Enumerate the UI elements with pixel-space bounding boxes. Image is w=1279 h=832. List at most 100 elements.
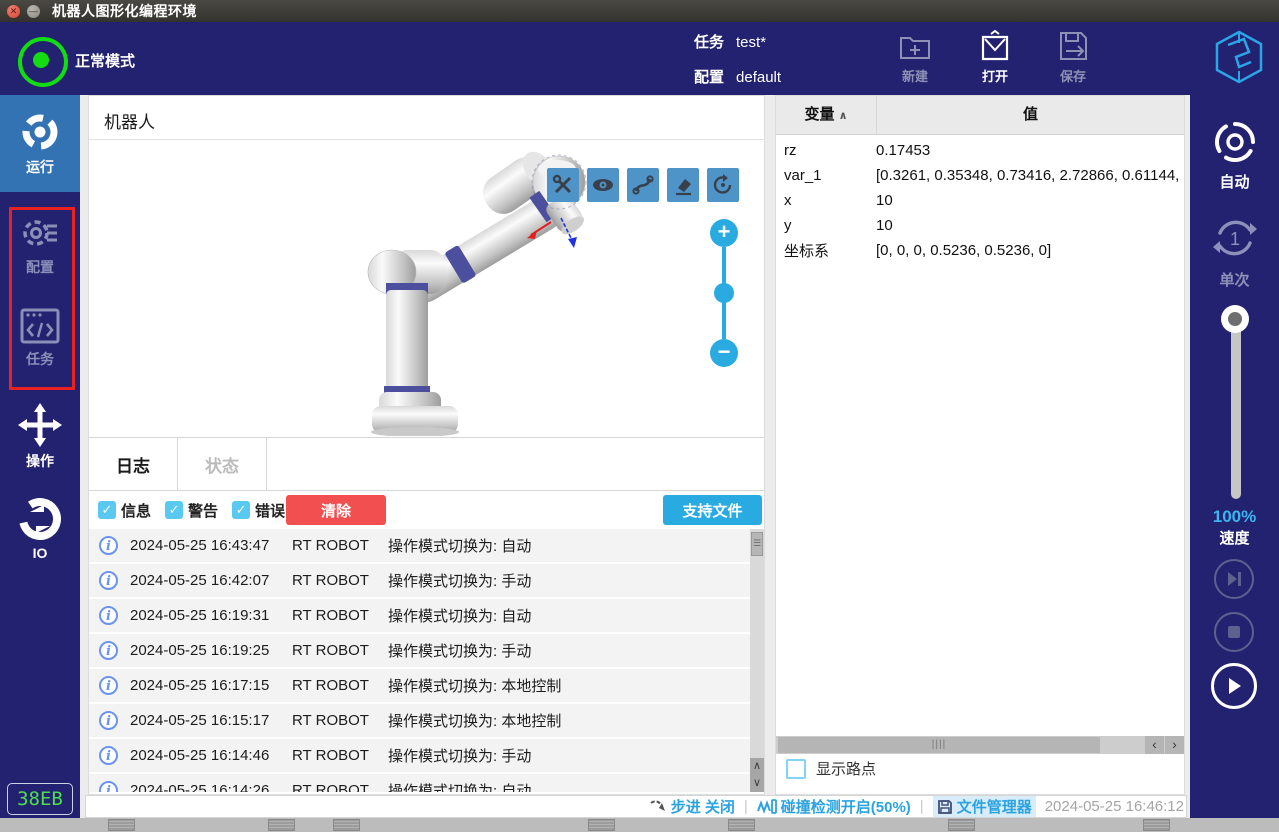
filter-info-checkbox[interactable]: ✓ (98, 501, 116, 519)
save-button[interactable]: 保存 (1040, 29, 1106, 85)
log-row: i 2024-05-25 16:19:25 RT ROBOT 操作模式切换为: … (89, 634, 764, 667)
speed-slider-track[interactable] (1231, 317, 1241, 499)
show-waypoints-checkbox[interactable] (786, 758, 806, 779)
log-row: i 2024-05-25 16:14:26 RT ROBOT 操作模式切换为: … (89, 774, 764, 792)
log-scrollbar-thumb[interactable]: ☰ (751, 532, 763, 556)
filter-warn-checkbox[interactable]: ✓ (165, 501, 184, 519)
sidebar-item-config[interactable]: 配置 (0, 213, 80, 277)
erase-button[interactable] (667, 168, 699, 202)
device-code-badge[interactable]: 38EB (7, 783, 73, 815)
speed-slider-handle[interactable] (1221, 305, 1249, 333)
separator: | (743, 798, 748, 815)
file-manager-icon (937, 799, 952, 814)
variable-row[interactable]: x 10 (776, 188, 1184, 213)
app-window: ✕ — 机器人图形化编程环境 正常模式 任务 test* 配置 default 新建 (0, 0, 1279, 832)
tab-status[interactable]: 状态 (178, 438, 267, 490)
close-icon[interactable]: ✕ (7, 4, 20, 18)
collision-detection-status[interactable]: 碰撞检测开启(50%) (756, 796, 911, 817)
rotate-icon (713, 174, 732, 194)
scroll-left-icon[interactable]: ‹ (1145, 736, 1164, 754)
task-row: 任务 test* (694, 31, 766, 52)
log-tabs: 日志 状态 (89, 438, 764, 491)
variables-hscrollbar[interactable]: |||| ‹ › (776, 736, 1184, 754)
hscrollbar-thumb[interactable]: |||| (778, 737, 1100, 753)
new-button[interactable]: 新建 (882, 29, 948, 85)
support-file-button[interactable]: 支持文件 (663, 495, 762, 525)
clear-log-button[interactable]: 清除 (286, 495, 386, 525)
config-value: default (736, 69, 782, 86)
window-title: 机器人图形化编程环境 (52, 3, 197, 19)
variable-row[interactable]: rz 0.17453 (776, 138, 1184, 163)
zoom-in-button[interactable]: + (710, 219, 738, 247)
scroll-down-icon[interactable]: ∨ (750, 775, 764, 792)
desktop-file-icon (108, 819, 135, 831)
robot-3d-view[interactable]: + − (89, 140, 764, 438)
info-icon: i (99, 641, 118, 660)
sidebar-item-run[interactable]: 运行 (0, 95, 80, 192)
variables-header: 变量 ∧ 值 (776, 96, 1184, 135)
variables-rows: rz 0.17453 var_1 [0.3261, 0.35348, 0.734… (776, 138, 1184, 263)
value-column-header: 值 (1022, 106, 1038, 123)
robot-panel-title: 机器人 (89, 96, 764, 140)
auto-mode-button[interactable] (1190, 117, 1279, 172)
sidebar-item-io[interactable]: IO (0, 497, 80, 561)
status-bar: 步进 关闭 | 碰撞检测开启(50%) | 文件管理器 2024-05-25 1… (85, 795, 1187, 818)
variable-column-header[interactable]: 变量 ∧ (776, 96, 877, 134)
visibility-button[interactable] (587, 168, 619, 202)
open-icon (981, 29, 1009, 61)
step-mode-status[interactable]: 步进 关闭 (649, 796, 735, 817)
task-label: 任务 (694, 34, 725, 51)
tools-icon (552, 174, 572, 194)
path-icon (632, 175, 654, 195)
minimize-icon[interactable]: — (27, 4, 40, 18)
filter-error-checkbox[interactable]: ✓ (232, 501, 251, 519)
eraser-icon (676, 179, 691, 196)
filter-info-label: 信息 (121, 502, 152, 520)
reset-view-button[interactable] (707, 168, 739, 202)
separator: | (919, 798, 924, 815)
info-icon: i (99, 606, 118, 625)
tab-log[interactable]: 日志 (89, 438, 178, 490)
log-scrollbar[interactable]: ☰ ∧ ∨ (750, 529, 764, 792)
sort-asc-icon: ∧ (838, 110, 848, 122)
config-row: 配置 default (694, 66, 781, 87)
mode-indicator-icon (18, 37, 68, 87)
filter-error-label: 错误 (255, 502, 286, 520)
show-waypoints-row: 显示路点 (786, 758, 876, 779)
single-run-button[interactable]: 1 (1190, 213, 1279, 268)
log-list: i 2024-05-25 16:43:47 RT ROBOT 操作模式切换为: … (89, 529, 764, 792)
scroll-right-icon[interactable]: › (1165, 736, 1184, 754)
info-icon: i (99, 746, 118, 765)
stop-icon (1228, 626, 1240, 638)
step-arrow-icon (650, 799, 665, 811)
zoom-out-button[interactable]: − (710, 339, 738, 367)
sidebar-item-operate[interactable]: 操作 (0, 403, 80, 471)
log-row: i 2024-05-25 16:14:46 RT ROBOT 操作模式切换为: … (89, 739, 764, 772)
step-next-button[interactable] (1214, 559, 1254, 599)
log-row: i 2024-05-25 16:43:47 RT ROBOT 操作模式切换为: … (89, 529, 764, 562)
config-gear-icon (23, 220, 57, 246)
stop-button[interactable] (1214, 612, 1254, 652)
variable-row[interactable]: y 10 (776, 213, 1184, 238)
svg-text:1: 1 (1229, 229, 1239, 249)
variable-row[interactable]: 坐标系 [0, 0, 0, 0.5236, 0.5236, 0] (776, 238, 1184, 263)
config-label: 配置 (694, 69, 725, 86)
play-icon (1229, 678, 1241, 694)
sidebar-item-task[interactable]: 任务 (0, 307, 80, 369)
show-waypoints-label: 显示路点 (816, 761, 877, 778)
info-icon: i (99, 571, 118, 590)
play-button[interactable] (1211, 663, 1257, 709)
trajectory-button[interactable] (627, 168, 659, 202)
single-cycle-icon: 1 (1212, 220, 1257, 256)
file-manager-button[interactable]: 文件管理器 (932, 796, 1036, 817)
zoom-slider-handle[interactable] (714, 283, 734, 303)
right-sidebar: 自动 1 单次 100% 速度 (1190, 95, 1279, 818)
scroll-up-icon[interactable]: ∧ (750, 758, 764, 775)
variable-row[interactable]: var_1 [0.3261, 0.35348, 0.73416, 2.72866… (776, 163, 1184, 188)
open-button[interactable]: 打开 (962, 29, 1028, 85)
tools-button[interactable] (547, 168, 579, 202)
desktop-file-icon (588, 819, 615, 831)
single-run-label: 单次 (1219, 272, 1250, 289)
desktop-file-icon (333, 819, 360, 831)
log-row: i 2024-05-25 16:42:07 RT ROBOT 操作模式切换为: … (89, 564, 764, 597)
